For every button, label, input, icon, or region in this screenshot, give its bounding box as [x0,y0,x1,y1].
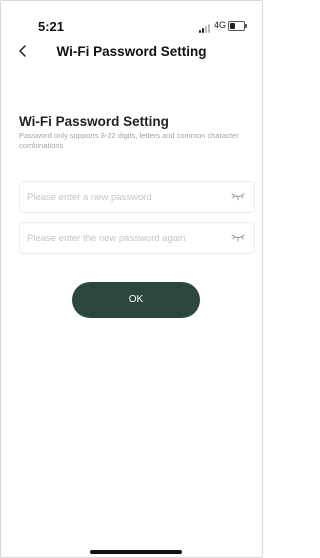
eye-closed-icon[interactable] [231,192,245,201]
confirm-password-input[interactable] [25,223,229,253]
ok-button[interactable]: OK [72,282,200,318]
new-password-input[interactable] [25,182,229,212]
home-indicator[interactable] [90,550,182,554]
phone-frame [0,0,263,558]
navigation-bar: Wi-Fi Password Setting [0,36,263,66]
form-title: Wi-Fi Password Setting [19,114,169,129]
page-title: Wi-Fi Password Setting [56,44,207,59]
confirm-password-field[interactable] [19,222,255,254]
network-type: 4G [214,20,227,30]
battery-icon [228,21,247,31]
password-hint: Password only supports 8-22 digits, lett… [19,131,239,150]
signal-bars-icon [199,23,213,33]
eye-closed-icon[interactable] [231,233,245,242]
new-password-field[interactable] [19,181,255,213]
status-time: 5:21 [38,19,65,34]
status-bar: 5:21 4G [0,14,263,34]
